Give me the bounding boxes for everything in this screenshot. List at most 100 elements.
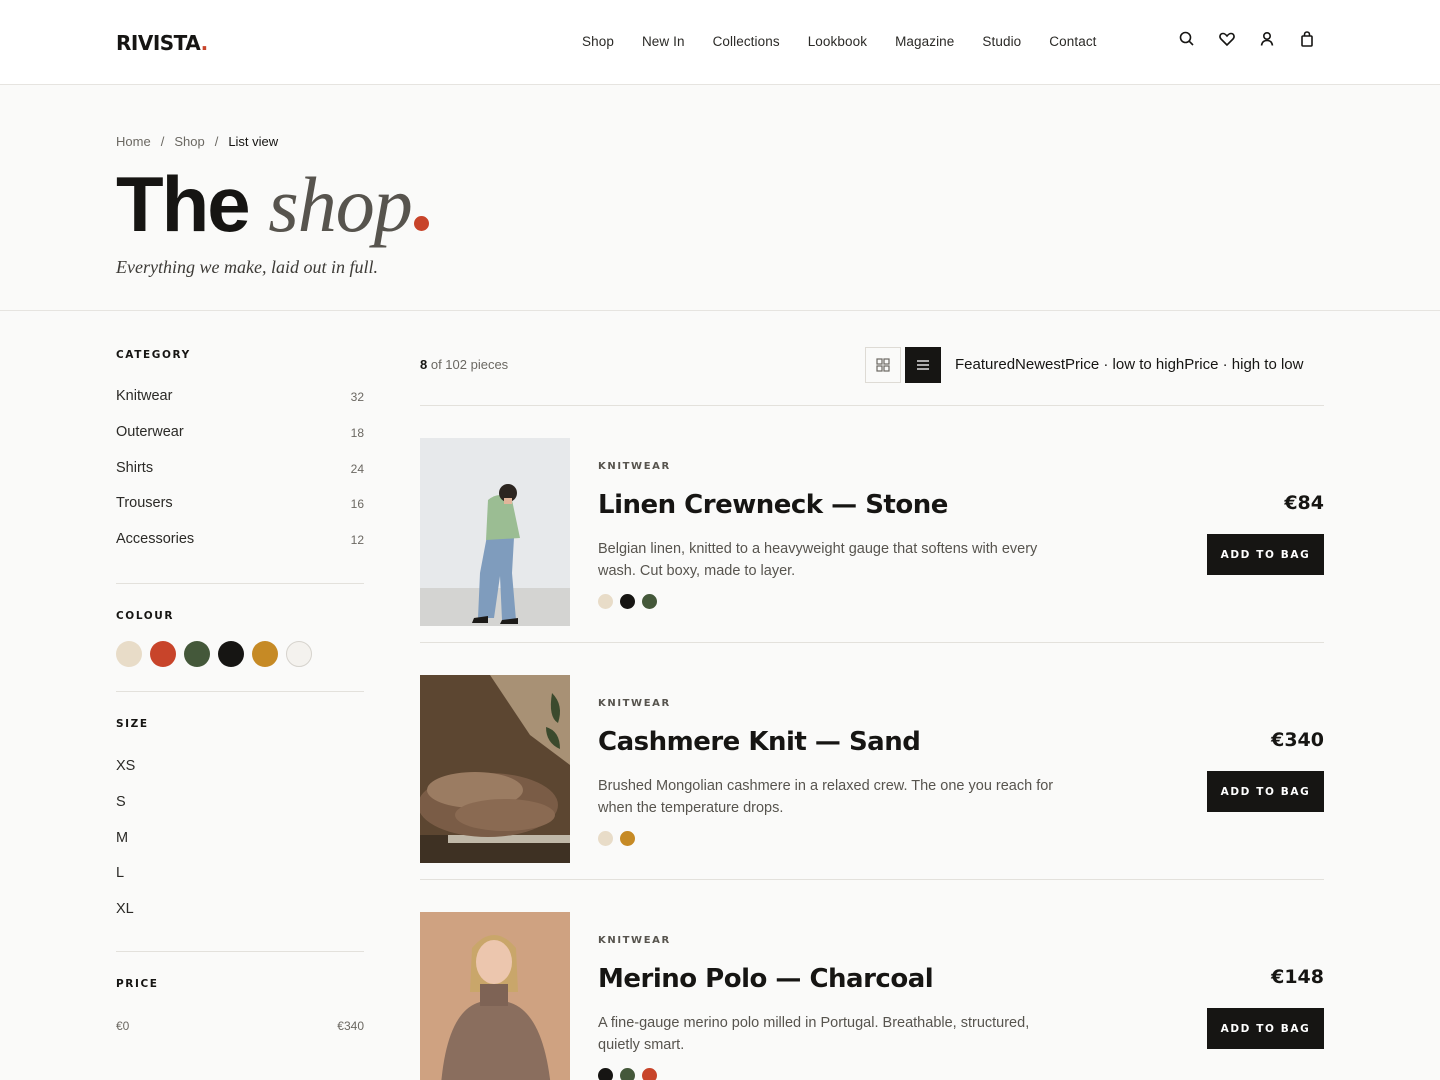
list-view-button[interactable] (905, 347, 941, 383)
product-description: Brushed Mongolian cashmere in a relaxed … (598, 778, 1054, 816)
category-label: Trousers (116, 495, 173, 512)
product-color-dot[interactable] (620, 594, 635, 609)
page-subtitle: Everything we make, laid out in full. (116, 257, 378, 277)
breadcrumb-shop[interactable]: Shop (174, 134, 204, 149)
colour-swatch[interactable] (150, 641, 176, 667)
nav-magazine[interactable]: Magazine (895, 34, 954, 49)
page-hero: Home / Shop / List view The shop Everyth… (0, 85, 1440, 311)
product-color-dot[interactable] (642, 594, 657, 609)
product-description: A fine-gauge merino polo milled in Portu… (598, 1015, 1030, 1053)
category-item-shirts[interactable]: Shirts 24 (116, 460, 364, 496)
listing-toolbar: 8 of 102 pieces FeaturedNewestPrice · lo… (420, 346, 1324, 406)
size-option-m[interactable]: M (116, 830, 135, 866)
result-count: 8 of 102 pieces (420, 357, 508, 372)
add-to-bag-button[interactable]: ADD TO BAG (1207, 1008, 1324, 1049)
add-to-bag-button[interactable]: ADD TO BAG (1207, 534, 1324, 575)
product-color-dot[interactable] (598, 831, 613, 846)
nav-new-in[interactable]: New In (642, 34, 685, 49)
price-range[interactable]: €0 €340 (116, 1019, 364, 1033)
filter-divider (116, 691, 364, 692)
product-category: KNITWEAR (598, 698, 671, 709)
price-filter-title: PRICE (116, 978, 159, 990)
product-name[interactable]: Cashmere Knit — Sand (598, 727, 921, 757)
category-item-knitwear[interactable]: Knitwear 32 (116, 388, 364, 424)
breadcrumb-current: List view (228, 134, 279, 149)
bag-icon[interactable] (1298, 30, 1316, 48)
product-row: KNITWEAR Linen Crewneck — Stone Belgian … (420, 406, 1324, 643)
product-price: €84 (1284, 492, 1324, 514)
category-label: Accessories (116, 531, 195, 547)
user-icon[interactable] (1258, 30, 1276, 48)
nav-studio[interactable]: Studio (982, 34, 1021, 49)
list-icon (917, 360, 929, 370)
heart-icon[interactable] (1218, 30, 1236, 48)
result-count-total: of 102 pieces (427, 357, 509, 372)
size-option-s[interactable]: S (116, 794, 135, 830)
category-item-outerwear[interactable]: Outerwear 18 (116, 424, 364, 460)
colour-swatch[interactable] (116, 641, 142, 667)
category-count: 18 (350, 425, 364, 440)
product-color-dot[interactable] (598, 1068, 613, 1080)
product-category: KNITWEAR (598, 935, 671, 946)
product-image[interactable] (420, 438, 570, 626)
colour-swatches (116, 641, 320, 667)
search-icon[interactable] (1178, 30, 1196, 48)
nav-shop[interactable]: Shop (582, 34, 614, 49)
page-title-main: The (116, 160, 251, 248)
size-list: XS S M L XL (116, 758, 135, 937)
sort-select[interactable]: FeaturedNewestPrice · low to highPrice ·… (955, 356, 1304, 373)
colour-swatch[interactable] (218, 641, 244, 667)
size-filter-title: SIZE (116, 718, 149, 730)
nav-contact[interactable]: Contact (1049, 34, 1096, 49)
colour-swatch[interactable] (286, 641, 312, 667)
size-option-xs[interactable]: XS (116, 758, 135, 794)
site-header: RIVISTA. Shop New In Collections Lookboo… (0, 0, 1440, 85)
product-color-dot[interactable] (642, 1068, 657, 1080)
product-image[interactable] (420, 912, 570, 1080)
category-filter-title: CATEGORY (116, 349, 191, 361)
product-row: KNITWEAR Merino Polo — Charcoal A fine-g… (420, 880, 1324, 1080)
product-color-dot[interactable] (598, 594, 613, 609)
product-name[interactable]: Linen Crewneck — Stone (598, 490, 948, 520)
category-count: 32 (350, 390, 364, 404)
product-price: €148 (1271, 966, 1324, 988)
breadcrumb-home[interactable]: Home (116, 134, 151, 149)
header-actions (1178, 30, 1338, 48)
size-option-xl[interactable]: XL (116, 901, 135, 937)
colour-filter-title: COLOUR (116, 610, 175, 622)
nav-lookbook[interactable]: Lookbook (808, 34, 867, 49)
product-colors (598, 831, 642, 846)
product-name[interactable]: Merino Polo — Charcoal (598, 964, 934, 994)
size-option-l[interactable]: L (116, 865, 135, 901)
colour-swatch[interactable] (184, 641, 210, 667)
category-count: 12 (350, 533, 364, 547)
product-row: KNITWEAR Cashmere Knit — Sand Brushed Mo… (420, 643, 1324, 880)
category-item-trousers[interactable]: Trousers 16 (116, 495, 364, 531)
price-max: €340 (337, 1019, 364, 1033)
product-color-dot[interactable] (620, 1068, 635, 1080)
filter-divider (116, 583, 364, 584)
product-category: KNITWEAR (598, 461, 671, 472)
title-accent-dot (413, 216, 429, 231)
add-to-bag-button[interactable]: ADD TO BAG (1207, 771, 1324, 812)
category-label: Outerwear (116, 423, 184, 440)
price-min: €0 (116, 1019, 130, 1033)
grid-view-button[interactable] (865, 347, 901, 383)
filter-divider (116, 951, 364, 952)
product-description: Belgian linen, knitted to a heavyweight … (598, 541, 1038, 579)
brand-logo[interactable]: RIVISTA. (116, 31, 208, 55)
category-label: Shirts (116, 459, 154, 476)
category-item-accessories[interactable]: Accessories 12 (116, 531, 364, 567)
grid-icon (876, 358, 890, 372)
colour-swatch[interactable] (252, 641, 278, 667)
breadcrumb: Home / Shop / List view (116, 134, 278, 149)
category-count: 24 (350, 461, 364, 476)
product-color-dot[interactable] (620, 831, 635, 846)
nav-collections[interactable]: Collections (713, 34, 780, 49)
product-image[interactable] (420, 675, 570, 863)
product-price: €340 (1271, 729, 1324, 751)
product-colors (598, 594, 664, 609)
brand-name: RIVISTA (116, 31, 201, 55)
breadcrumb-separator: / (160, 134, 165, 149)
brand-dot: . (200, 31, 209, 55)
